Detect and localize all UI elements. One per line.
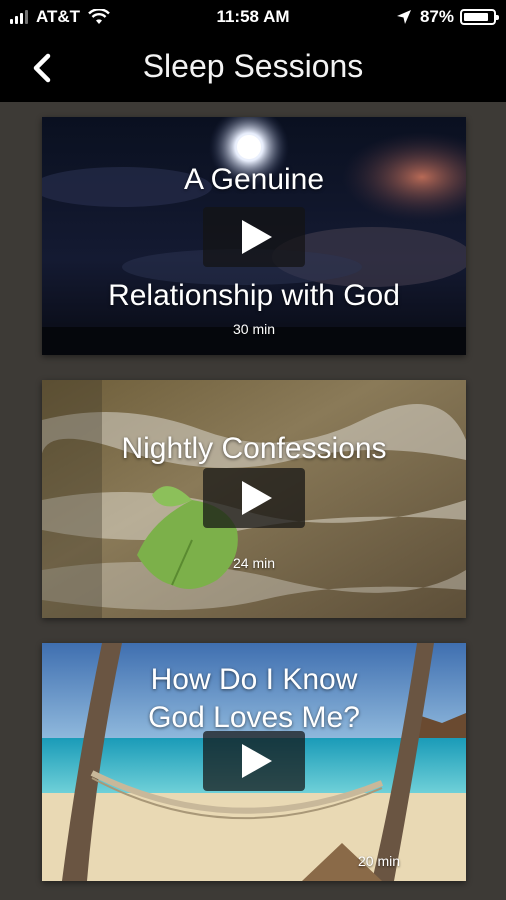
session-duration: 24 min — [232, 555, 276, 571]
nav-bar: Sleep Sessions — [0, 34, 506, 102]
play-button[interactable] — [203, 207, 305, 267]
session-card-3[interactable]: How Do I Know God Loves Me? 20 min — [42, 643, 466, 881]
session-title-line1: A Genuine — [183, 163, 325, 196]
session-title-line2: God Loves Me? — [148, 701, 360, 734]
battery-fill — [464, 13, 489, 21]
status-right: 87% — [396, 7, 499, 27]
location-arrow-icon — [396, 10, 411, 24]
session-duration: 30 min — [232, 321, 276, 337]
status-bar: AT&T 11:58 AM 87% — [0, 0, 506, 34]
session-card-1[interactable]: A Genuine Relationship with God 30 min — [42, 117, 466, 355]
play-icon — [242, 220, 272, 254]
play-button[interactable] — [203, 731, 305, 791]
battery-cap — [496, 15, 499, 20]
battery-percent: 87% — [419, 7, 454, 26]
session-title-line2: Relationship with God — [108, 279, 400, 312]
session-card-2[interactable]: Nightly Confessions 24 min — [42, 380, 466, 618]
session-duration: 20 min — [357, 853, 401, 869]
play-icon — [242, 744, 272, 778]
battery-icon — [460, 9, 499, 25]
play-icon — [242, 481, 272, 515]
page-title: Sleep Sessions — [142, 48, 364, 84]
session-title-line1: How Do I Know — [150, 663, 358, 696]
session-title: Nightly Confessions — [121, 432, 387, 465]
play-button[interactable] — [203, 468, 305, 528]
